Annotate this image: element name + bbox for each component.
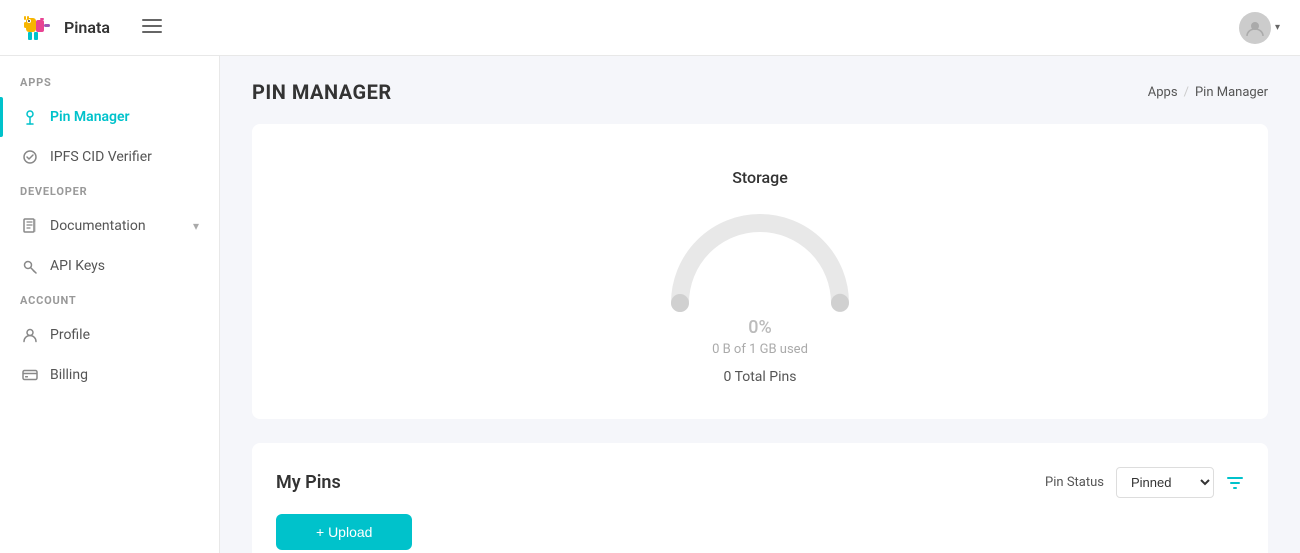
main-content: PIN MANAGER Apps / Pin Manager Storage bbox=[220, 56, 1300, 553]
key-icon bbox=[20, 256, 40, 276]
sidebar-item-api-keys-label: API Keys bbox=[50, 258, 105, 274]
pins-header: My Pins Pin Status Pinned Unpinned All bbox=[276, 467, 1244, 498]
pins-section-title: My Pins bbox=[276, 472, 341, 493]
sidebar-section-apps-label: APPS bbox=[0, 76, 219, 97]
total-pins: 0 Total Pins bbox=[276, 369, 1244, 385]
sidebar-section-developer: DEVELOPER Documentation ▾ bbox=[0, 185, 219, 286]
filter-button[interactable] bbox=[1226, 474, 1244, 492]
sidebar-item-documentation[interactable]: Documentation ▾ bbox=[0, 206, 219, 246]
sidebar-item-profile[interactable]: Profile bbox=[0, 315, 219, 355]
storage-title: Storage bbox=[276, 168, 1244, 187]
sidebar-item-profile-label: Profile bbox=[50, 327, 90, 343]
filter-icon bbox=[1226, 474, 1244, 492]
sidebar-item-ipfs-cid-verifier-label: IPFS CID Verifier bbox=[50, 149, 152, 165]
sidebar-section-account-label: ACCOUNT bbox=[0, 294, 219, 315]
storage-percent: 0% bbox=[660, 317, 860, 338]
upload-button-label: + Upload bbox=[316, 524, 372, 540]
check-icon bbox=[20, 147, 40, 167]
card-icon bbox=[20, 365, 40, 385]
avatar bbox=[1239, 12, 1271, 44]
sidebar-item-api-keys[interactable]: API Keys bbox=[0, 246, 219, 286]
sidebar: APPS Pin Manager bbox=[0, 56, 220, 553]
sidebar-section-apps: APPS Pin Manager bbox=[0, 76, 219, 177]
gauge-container: 0% 0 B of 1 GB used bbox=[276, 203, 1244, 357]
sidebar-item-pin-manager-label: Pin Manager bbox=[50, 109, 130, 125]
book-icon bbox=[20, 216, 40, 236]
documentation-chevron-icon: ▾ bbox=[193, 219, 199, 233]
breadcrumb-pin-manager: Pin Manager bbox=[1195, 85, 1268, 100]
user-avatar-button[interactable]: ▾ bbox=[1239, 12, 1280, 44]
pin-status-label: Pin Status bbox=[1045, 475, 1104, 490]
top-nav: Pinata ▾ bbox=[0, 0, 1300, 56]
sidebar-item-billing[interactable]: Billing bbox=[0, 355, 219, 395]
upload-button[interactable]: + Upload bbox=[276, 514, 412, 550]
hamburger-button[interactable] bbox=[134, 13, 170, 42]
breadcrumb-separator: / bbox=[1184, 85, 1189, 100]
storage-used: 0 B of 1 GB used bbox=[660, 342, 860, 357]
storage-section: Storage 0% 0 B of 1 GB used bbox=[276, 148, 1244, 395]
sidebar-item-pin-manager[interactable]: Pin Manager bbox=[0, 97, 219, 137]
sidebar-section-account: ACCOUNT Profile bbox=[0, 294, 219, 395]
page-title: PIN MANAGER bbox=[252, 80, 392, 104]
pins-controls: Pin Status Pinned Unpinned All bbox=[1045, 467, 1244, 498]
sidebar-section-developer-label: DEVELOPER bbox=[0, 185, 219, 206]
storage-card: Storage 0% 0 B of 1 GB used bbox=[252, 124, 1268, 419]
layout: APPS Pin Manager bbox=[0, 56, 1300, 553]
sidebar-item-ipfs-cid-verifier[interactable]: IPFS CID Verifier bbox=[0, 137, 219, 177]
storage-gauge bbox=[660, 203, 860, 313]
logo-area: Pinata bbox=[20, 10, 110, 46]
breadcrumb: Apps / Pin Manager bbox=[1148, 85, 1268, 100]
person-icon bbox=[20, 325, 40, 345]
sidebar-item-billing-label: Billing bbox=[50, 367, 88, 383]
my-pins-card: My Pins Pin Status Pinned Unpinned All bbox=[252, 443, 1268, 553]
avatar-chevron-icon: ▾ bbox=[1275, 22, 1280, 33]
page-header: PIN MANAGER Apps / Pin Manager bbox=[252, 80, 1268, 104]
sidebar-item-documentation-label: Documentation bbox=[50, 218, 146, 234]
pin-icon bbox=[20, 107, 40, 127]
breadcrumb-apps[interactable]: Apps bbox=[1148, 85, 1178, 100]
app-title: Pinata bbox=[64, 18, 110, 37]
pin-status-select[interactable]: Pinned Unpinned All bbox=[1116, 467, 1214, 498]
gauge-text: 0% 0 B of 1 GB used bbox=[660, 317, 860, 357]
pinata-logo-icon bbox=[20, 10, 56, 46]
